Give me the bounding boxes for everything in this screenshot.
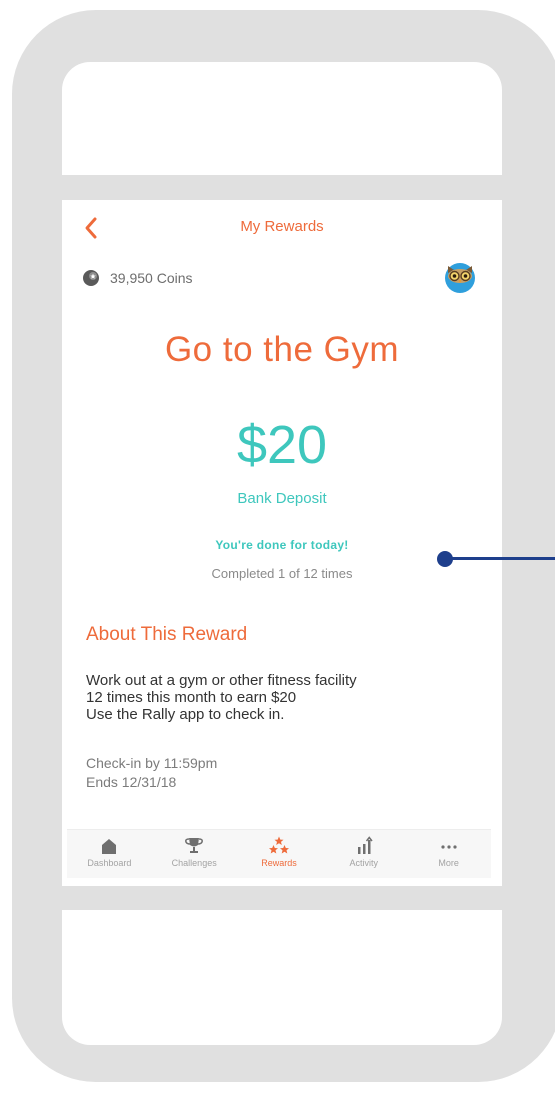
tab-label: Challenges xyxy=(171,858,217,868)
tab-dashboard[interactable]: Dashboard xyxy=(67,830,152,878)
tab-more[interactable]: More xyxy=(406,830,491,878)
about-line: Work out at a gym or other fitness facil… xyxy=(86,672,357,689)
tab-rewards[interactable]: Rewards xyxy=(237,830,322,878)
top-blank-panel xyxy=(62,62,502,175)
avatar[interactable] xyxy=(442,260,478,294)
about-description: Work out at a gym or other fitness facil… xyxy=(86,672,486,723)
about-line: Use the Rally app to check in. xyxy=(86,706,285,723)
checkin-deadline: Check-in by 11:59pm xyxy=(86,755,218,771)
tab-label: More xyxy=(438,858,459,868)
bar-chart-icon xyxy=(357,836,373,854)
app-screen: My Rewards 39,950 Coins Go to the Gym $2… xyxy=(62,200,502,886)
owl-avatar-icon xyxy=(445,263,475,293)
end-date: Ends 12/31/18 xyxy=(86,774,177,790)
page-title: My Rewards xyxy=(240,218,324,235)
trophy-icon xyxy=(185,838,204,853)
coins-balance: 39,950 Coins xyxy=(82,268,193,288)
status-message: You're done for today! xyxy=(215,538,349,552)
about-line: 12 times this month to earn $20 xyxy=(86,689,297,706)
coins-text: 39,950 Coins xyxy=(110,270,193,286)
tab-label: Rewards xyxy=(261,858,297,868)
tab-label: Activity xyxy=(349,858,379,868)
reward-type: Bank Deposit xyxy=(237,490,327,507)
progress-text: Completed 1 of 12 times xyxy=(211,566,353,581)
reward-title: Go to the Gym xyxy=(164,330,400,369)
tab-bar: Dashboard Challenges Rewards Activity Mo… xyxy=(67,829,491,878)
more-dots-icon xyxy=(440,845,457,849)
schedule-info: Check-in by 11:59pm Ends 12/31/18 xyxy=(86,754,217,792)
callout-marker-line xyxy=(450,557,555,560)
bottom-blank-panel xyxy=(62,910,502,1045)
reward-amount: $20 xyxy=(236,415,328,475)
tab-label: Dashboard xyxy=(87,858,132,868)
tab-activity[interactable]: Activity xyxy=(321,830,406,878)
about-heading: About This Reward xyxy=(86,624,248,645)
tab-challenges[interactable]: Challenges xyxy=(152,830,237,878)
coin-icon xyxy=(83,270,99,286)
home-icon xyxy=(102,839,117,854)
stars-icon xyxy=(268,836,289,854)
